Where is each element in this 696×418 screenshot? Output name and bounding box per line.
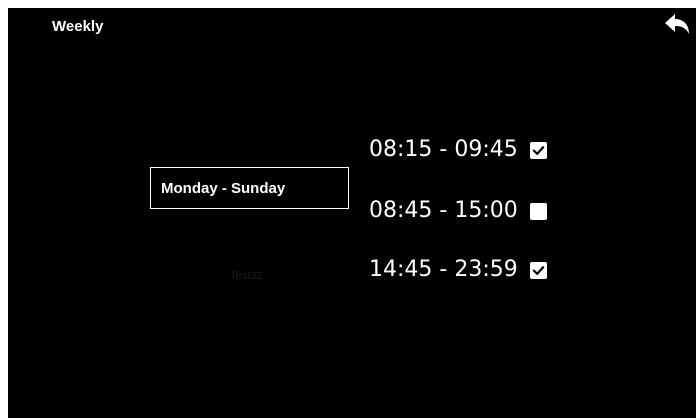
time-slot-row: 08:15 - 09:45 xyxy=(369,135,547,165)
time-slot-checkbox[interactable] xyxy=(530,141,547,159)
time-slot-row: 14:45 - 23:59 xyxy=(369,255,547,285)
time-slot-range[interactable]: 08:15 - 09:45 xyxy=(369,135,528,165)
weekly-schedule-screen: Weekly Monday - Sunday Test32 08:15 - 09… xyxy=(8,8,696,418)
time-slot-checkbox[interactable] xyxy=(530,202,547,220)
page-title: Weekly xyxy=(52,18,104,35)
back-button[interactable] xyxy=(662,12,692,38)
checkmark-icon xyxy=(532,145,545,155)
checkmark-icon xyxy=(532,265,545,275)
time-slot-range[interactable]: 14:45 - 23:59 xyxy=(369,255,528,285)
day-range-selector[interactable]: Monday - Sunday xyxy=(150,167,349,209)
time-slot-range[interactable]: 08:45 - 15:00 xyxy=(369,196,528,226)
reply-arrow-icon xyxy=(665,14,689,34)
time-slot-checkbox[interactable] xyxy=(530,261,547,279)
schedule-name-label: Test32 xyxy=(230,270,263,282)
day-range-label: Monday - Sunday xyxy=(161,179,286,197)
time-slot-row: 08:45 - 15:00 xyxy=(369,196,547,226)
